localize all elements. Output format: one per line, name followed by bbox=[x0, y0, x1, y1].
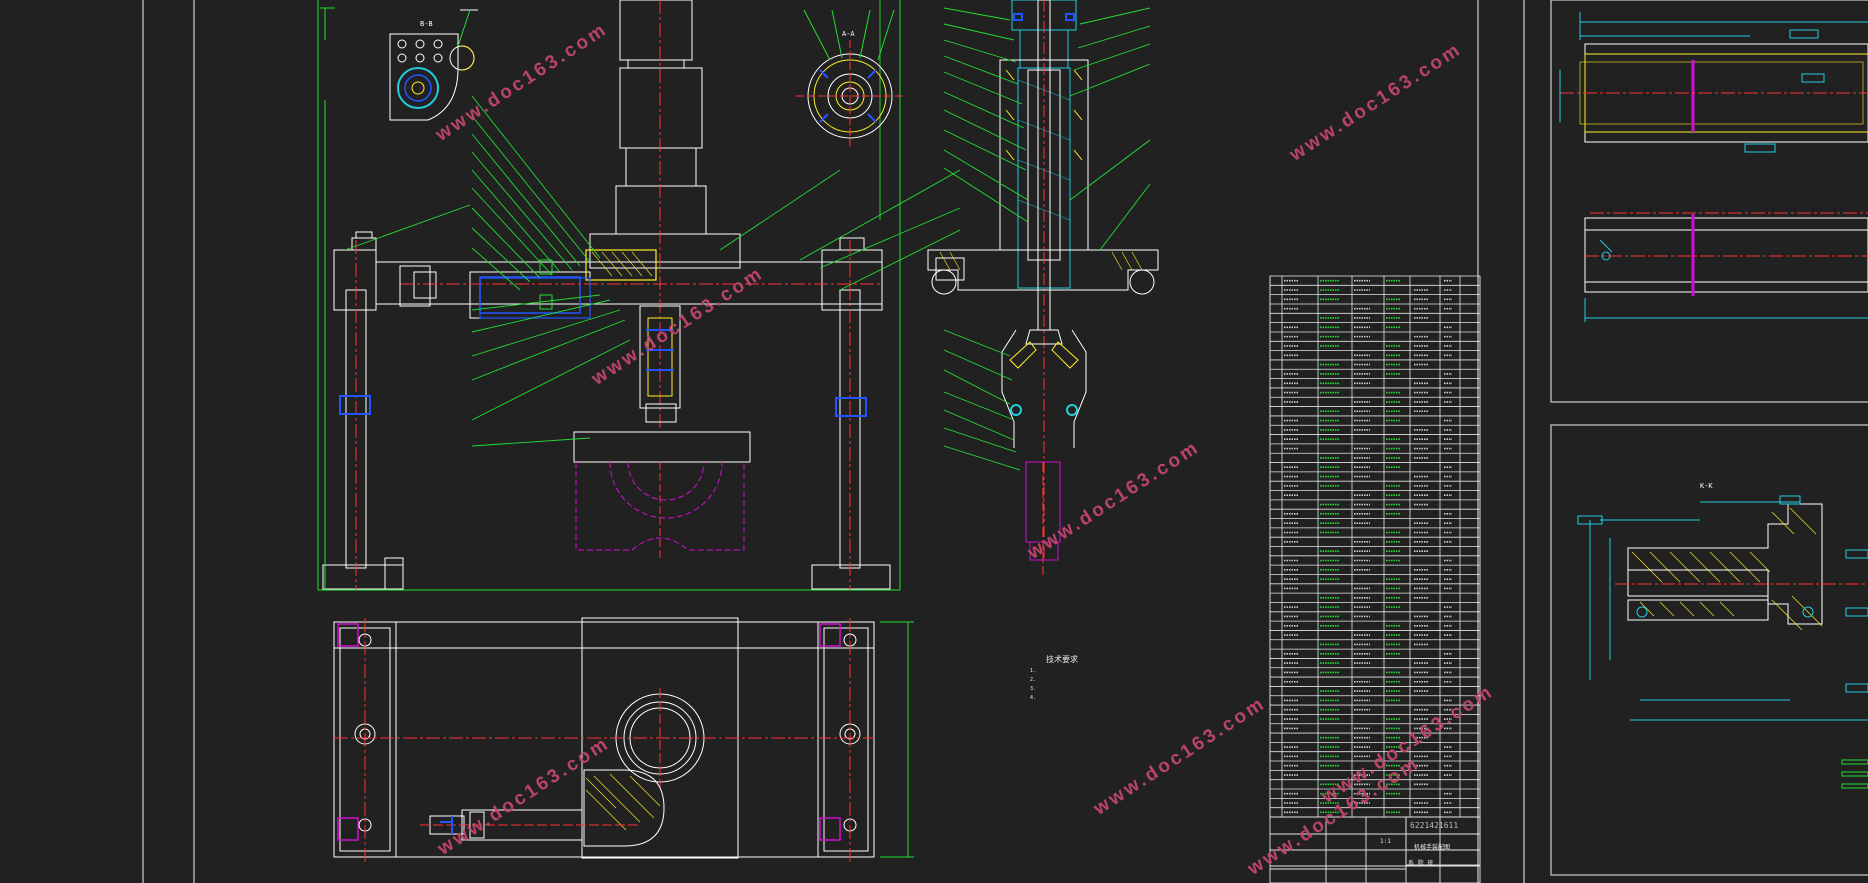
section-label-bb: B-B bbox=[420, 20, 433, 28]
parts-list-table bbox=[1269, 275, 1481, 818]
technical-note-item: 4. bbox=[1030, 695, 1037, 701]
technical-note-item: 2. bbox=[1030, 677, 1037, 683]
technical-notes-title: 技术要求 bbox=[1046, 655, 1078, 664]
section-label-kk: K-K bbox=[1700, 482, 1713, 490]
technical-notes: 技术要求 1. 2. 3. 4. bbox=[1030, 655, 1078, 703]
technical-note-item: 3. bbox=[1030, 686, 1037, 692]
cad-drawing-canvas: B-B A-A K-K bbox=[142, 0, 1868, 883]
aa-section-view: A-A bbox=[796, 9, 904, 150]
kk-flange-detail-view: K-K bbox=[1577, 482, 1868, 789]
section-label-aa: A-A bbox=[842, 30, 855, 38]
technical-note-item: 1. bbox=[1030, 668, 1037, 674]
scale-label: 1:1 bbox=[1380, 838, 1391, 845]
front-view-leaders bbox=[344, 0, 961, 447]
bb-section-view: B-B bbox=[389, 9, 478, 121]
school-label: 系 院 班 bbox=[1408, 860, 1434, 867]
shaft-detail-view bbox=[1559, 12, 1868, 322]
gripper-leaders bbox=[943, 7, 1151, 471]
top-plan-view bbox=[333, 617, 914, 862]
drawing-number: 6221421611 bbox=[1410, 821, 1459, 830]
drawing-name: 机械手装配图 bbox=[1414, 844, 1451, 851]
